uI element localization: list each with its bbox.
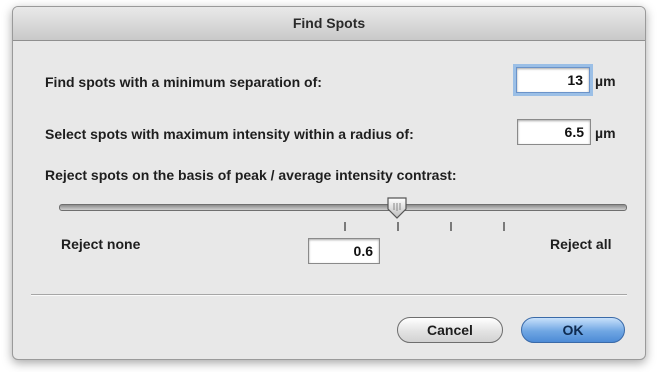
slider-tick <box>397 222 399 231</box>
window-title: Find Spots <box>292 15 366 31</box>
title-bar[interactable]: Find Spots <box>13 7 645 41</box>
radius-label: Select spots with maximum intensity with… <box>45 126 414 142</box>
cancel-button[interactable]: Cancel <box>397 317 503 343</box>
reject-none-label: Reject none <box>61 236 141 252</box>
separator <box>31 294 627 296</box>
radius-input[interactable] <box>517 119 591 145</box>
ok-button[interactable]: OK <box>521 317 625 343</box>
separation-input[interactable] <box>516 67 590 93</box>
slider-tick <box>503 222 505 231</box>
slider-tick <box>344 222 346 231</box>
separation-unit: µm <box>595 73 616 89</box>
contrast-value-input[interactable] <box>308 238 380 264</box>
reject-all-label: Reject all <box>550 236 612 252</box>
find-spots-dialog: Find Spots Find spots with a minimum sep… <box>12 6 646 360</box>
separation-label: Find spots with a minimum separation of: <box>45 74 322 90</box>
contrast-label: Reject spots on the basis of peak / aver… <box>45 167 457 183</box>
radius-unit: µm <box>595 125 616 141</box>
slider-track[interactable] <box>59 204 627 211</box>
slider-thumb[interactable] <box>386 196 408 220</box>
slider-tick <box>450 222 452 231</box>
